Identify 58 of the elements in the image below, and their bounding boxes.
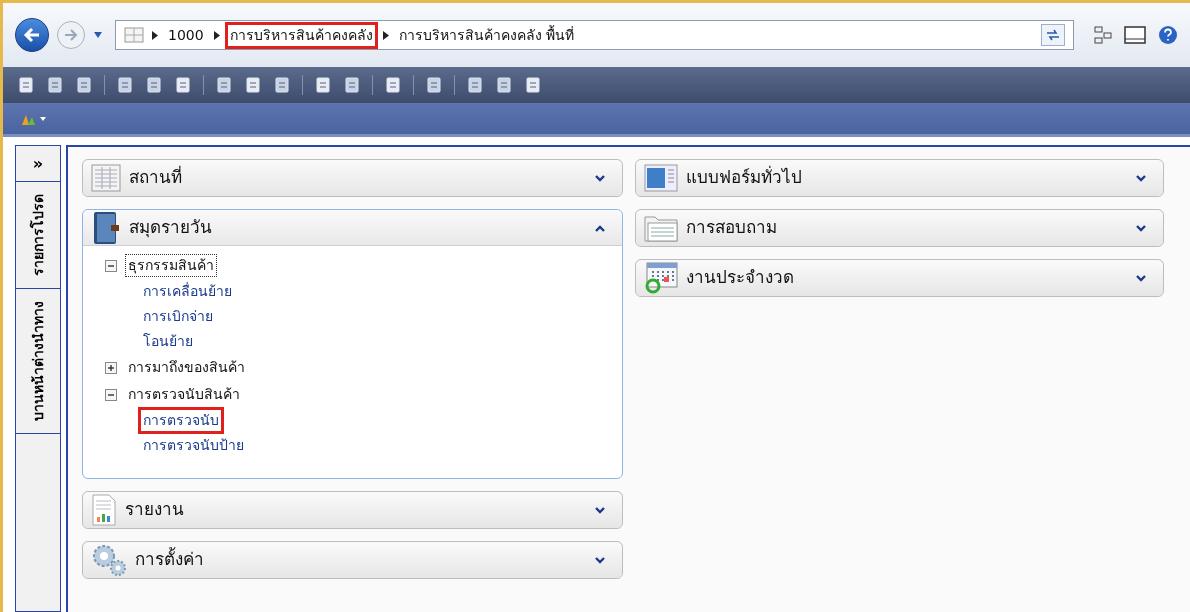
dropdown-arrow-icon[interactable] [93,31,103,39]
group-header[interactable]: แบบฟอร์มทั่วไป [636,160,1163,196]
back-button[interactable] [15,18,49,52]
chevron-up-icon[interactable] [594,223,606,232]
tree-link[interactable]: การตรวจนับป้าย [141,435,246,456]
refresh-button[interactable] [1041,24,1065,46]
calendar-icon [644,262,678,294]
back-arrow-icon [23,27,41,43]
group-header[interactable]: สมุดรายวัน [83,210,622,246]
folder-icon [644,213,678,243]
grid-icon [91,163,121,193]
forward-arrow-icon [64,29,78,41]
collapse-icon[interactable] [105,388,117,401]
gears-icon [91,544,127,576]
collapse-icon[interactable] [105,259,117,272]
chevron-down-icon[interactable] [1135,174,1147,182]
chevron-down-icon[interactable] [1135,274,1147,282]
group-title: รายงาน [125,498,184,522]
expand-icon[interactable] [105,361,117,374]
tree-view-icon[interactable] [1094,26,1112,44]
chevron-down-icon[interactable] [594,506,606,514]
tree-node[interactable]: การมาถึงของสินค้า [125,356,248,379]
breadcrumb-arrow-icon [382,30,389,40]
group-title: การสอบถาม [686,216,777,240]
group-header[interactable]: งานประจำงวด [636,260,1163,296]
group-header[interactable]: รายงาน [83,492,622,528]
expand-pane-button[interactable]: » [16,146,60,182]
form-icon [644,164,678,192]
refresh-icon [1046,29,1060,41]
side-tab[interactable]: รายการโปรด [16,182,60,289]
breadcrumb-arrow-icon [152,30,158,40]
chevron-down-icon[interactable] [594,556,606,564]
group-header[interactable]: การสอบถาม [636,210,1163,246]
tree-node[interactable]: ธุรกรรมสินค้า [125,254,217,277]
group-title: การตั้งค่า [135,547,204,572]
grid-icon [124,27,144,43]
help-icon[interactable] [1158,25,1178,45]
breadcrumb-link[interactable]: 1000 [166,24,206,46]
tree-node[interactable]: การตรวจนับสินค้า [125,383,243,406]
tree-link[interactable]: การเบิกจ่าย [141,306,215,327]
group-title: งานประจำงวด [686,266,794,290]
group-title: สถานที่ [129,165,182,190]
chevron-down-icon[interactable] [1135,224,1147,232]
tree-link[interactable]: การตรวจนับ [141,410,221,431]
address-field[interactable]: 1000 การบริหารสินค้าคงคลัง การบริหารสินค้าคงคลัง พื้นที่ [115,20,1074,50]
chevron-down-icon[interactable] [594,174,606,182]
tree-link[interactable]: การเคลื่อนย้าย [141,281,234,302]
side-tab[interactable]: บานหน้าต่างนำทาง [16,289,60,434]
breadcrumb-link[interactable]: การบริหารสินค้าคงคลัง พื้นที่ [396,24,577,46]
group-title: แบบฟอร์มทั่วไป [686,165,802,190]
book-icon [91,210,121,245]
layout-icon[interactable] [1124,26,1146,44]
group-title: สมุดรายวัน [129,215,212,240]
group-header[interactable]: สถานที่ [83,160,622,196]
group-header[interactable]: การตั้งค่า [83,542,622,578]
breadcrumb-link[interactable]: การบริหารสินค้าคงคลัง [227,24,375,46]
breadcrumb-arrow-icon [213,30,220,40]
tree-link[interactable]: โอนย้าย [141,331,195,352]
